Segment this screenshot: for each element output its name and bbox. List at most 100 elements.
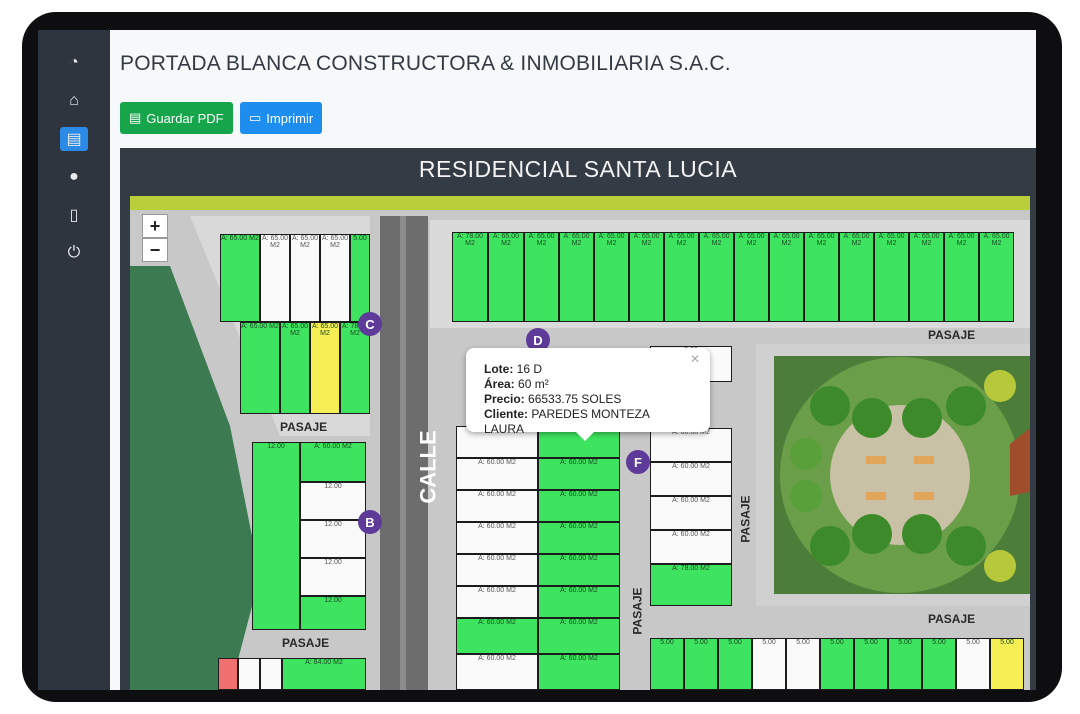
- lot-width: 5.00: [762, 639, 776, 646]
- lot[interactable]: A: 60.00 M2: [650, 496, 732, 530]
- lot[interactable]: A: 65.00 M2: [874, 232, 909, 322]
- lot-width: 12.00: [267, 443, 285, 450]
- lot[interactable]: 5.00: [922, 638, 956, 690]
- lot[interactable]: A: 65.00 M2: [594, 232, 629, 322]
- lot[interactable]: A: 60.00 M2: [456, 490, 538, 522]
- marker-b[interactable]: B: [358, 510, 382, 534]
- marker-c[interactable]: C: [358, 312, 382, 336]
- lot[interactable]: A: 78.00 M2: [452, 232, 488, 322]
- lot[interactable]: A: 60.00 M2: [456, 458, 538, 490]
- lot[interactable]: 12.00: [300, 558, 366, 596]
- lot[interactable]: A: 60.00 M2: [538, 554, 620, 586]
- power-icon: ⏻: [67, 244, 81, 261]
- lot[interactable]: A: 60.00 M2: [538, 586, 620, 618]
- lot[interactable]: 12.00: [300, 520, 366, 558]
- home-icon: ⌂: [69, 92, 79, 109]
- lot[interactable]: A: 60.00 M2: [538, 490, 620, 522]
- lot[interactable]: A: 65.00 M2: [664, 232, 699, 322]
- plan-panel: RESIDENCIAL SANTA LUCIA + − A: 78.00 M2 …: [120, 148, 1036, 690]
- lot-area: A: 60.00 M2: [478, 459, 516, 466]
- lot[interactable]: A: 60.00 M2: [538, 458, 620, 490]
- lot[interactable]: A: 65.00 M2: [559, 232, 594, 322]
- lot-area: A: 60.00 M2: [560, 655, 598, 662]
- lot-area: A: 65.00 M2: [321, 235, 349, 249]
- lot[interactable]: 5.00: [888, 638, 922, 690]
- lot[interactable]: 5.00: [650, 638, 684, 690]
- lot[interactable]: 5.00: [350, 234, 370, 322]
- lot[interactable]: A: 60.00 M2: [456, 618, 538, 654]
- lot-area: A: 78.00 M2: [672, 565, 710, 572]
- lot-area: A: 60.00 M2: [314, 443, 352, 450]
- lot-area: A: 65.00 M2: [291, 235, 319, 249]
- lot[interactable]: A: 60.00 M2: [456, 654, 538, 690]
- pie-chart-icon: ◔: [69, 54, 79, 71]
- lot[interactable]: [218, 658, 238, 690]
- lot[interactable]: A: 65.00 M2: [979, 232, 1014, 322]
- lot[interactable]: A: 65.00 M2: [310, 322, 340, 414]
- lot[interactable]: A: 60.00 M2: [456, 586, 538, 618]
- lot[interactable]: A: 60.00 M2: [300, 442, 366, 482]
- lot[interactable]: A: 65.00 M2: [280, 322, 310, 414]
- lot-width: 5.00: [796, 639, 810, 646]
- lot[interactable]: A: 65.00 M2: [699, 232, 734, 322]
- popup-area-label: Área:: [484, 377, 515, 391]
- lot[interactable]: A: 65.00 M2: [220, 234, 260, 322]
- lot-area: A: 60.00 M2: [478, 587, 516, 594]
- sidebar-item-user[interactable]: ●: [38, 158, 110, 196]
- lot[interactable]: A: 65.00 M2: [909, 232, 944, 322]
- lot[interactable]: A: 60.00 M2: [538, 618, 620, 654]
- lot-area: A: 60.00 M2: [478, 491, 516, 498]
- lot[interactable]: [260, 658, 282, 690]
- lot[interactable]: A: 78.00 M2: [340, 322, 370, 414]
- lot[interactable]: A: 65.00 M2: [290, 234, 320, 322]
- lot[interactable]: A: 60.00 M2: [456, 554, 538, 586]
- zoom-out-button[interactable]: −: [142, 238, 168, 262]
- lot[interactable]: 12.00: [300, 596, 366, 630]
- lot[interactable]: A: 60.00 M2: [650, 462, 732, 496]
- lot[interactable]: A: 60.00 M2: [456, 522, 538, 554]
- lot[interactable]: 5.00: [990, 638, 1024, 690]
- close-icon[interactable]: ✕: [690, 352, 700, 367]
- lot[interactable]: A: 65.00 M2: [240, 322, 280, 414]
- lot[interactable]: [238, 658, 260, 690]
- lot[interactable]: A: 65.00 M2: [804, 232, 839, 322]
- lot[interactable]: 5.00: [752, 638, 786, 690]
- lot-area: A: 65.00 M2: [913, 233, 940, 247]
- print-button[interactable]: ▭ Imprimir: [240, 102, 323, 134]
- lot[interactable]: A: 65.00 M2: [524, 232, 559, 322]
- lot[interactable]: A: 78.00 M2: [650, 564, 732, 606]
- lot[interactable]: 12.00: [252, 442, 300, 630]
- pasaje-label: PASAJE: [928, 612, 976, 626]
- lot[interactable]: A: 60.00 M2: [538, 522, 620, 554]
- sidebar-item-map[interactable]: ▤: [38, 120, 110, 158]
- sidebar-item-dashboard[interactable]: ◔: [38, 44, 110, 82]
- lot[interactable]: A: 65.00 M2: [260, 234, 290, 322]
- zoom-in-button[interactable]: +: [142, 214, 168, 238]
- sidebar-item-home[interactable]: ⌂: [38, 82, 110, 120]
- lot[interactable]: A: 65.00 M2: [734, 232, 769, 322]
- save-pdf-button[interactable]: ▤ Guardar PDF: [120, 102, 233, 134]
- lot[interactable]: A: 65.00 M2: [839, 232, 874, 322]
- lot[interactable]: A: 60.00 M2: [650, 530, 732, 564]
- popup-area-row: Área: 60 m²: [484, 377, 692, 392]
- lot[interactable]: A: 65.00 M2: [944, 232, 979, 322]
- lot[interactable]: A: 60.00 M2: [538, 654, 620, 690]
- lot[interactable]: 12.00: [300, 482, 366, 520]
- lot[interactable]: 5.00: [854, 638, 888, 690]
- lot[interactable]: A: 65.00 M2: [320, 234, 350, 322]
- lot-map[interactable]: + − A: 78.00 M2 A: 65.00 M2 A: 65.00 M2 …: [130, 196, 1030, 690]
- lot[interactable]: A: 65.00 M2: [488, 232, 524, 322]
- lot[interactable]: A: 65.00 M2: [769, 232, 804, 322]
- lot[interactable]: 5.00: [820, 638, 854, 690]
- lot[interactable]: A: 84.00 M2: [282, 658, 366, 690]
- sidebar-item-document[interactable]: ▯: [38, 196, 110, 234]
- lot[interactable]: 5.00: [786, 638, 820, 690]
- lot[interactable]: 5.00: [956, 638, 990, 690]
- lot-area: A: 60.00 M2: [478, 655, 516, 662]
- lot[interactable]: A: 65.00 M2: [629, 232, 664, 322]
- sidebar-item-logout[interactable]: ⏻: [38, 234, 110, 272]
- lot[interactable]: 5.00: [718, 638, 752, 690]
- popup-cliente-label: Cliente:: [484, 407, 529, 421]
- marker-f[interactable]: F: [626, 450, 650, 474]
- lot[interactable]: 5.00: [684, 638, 718, 690]
